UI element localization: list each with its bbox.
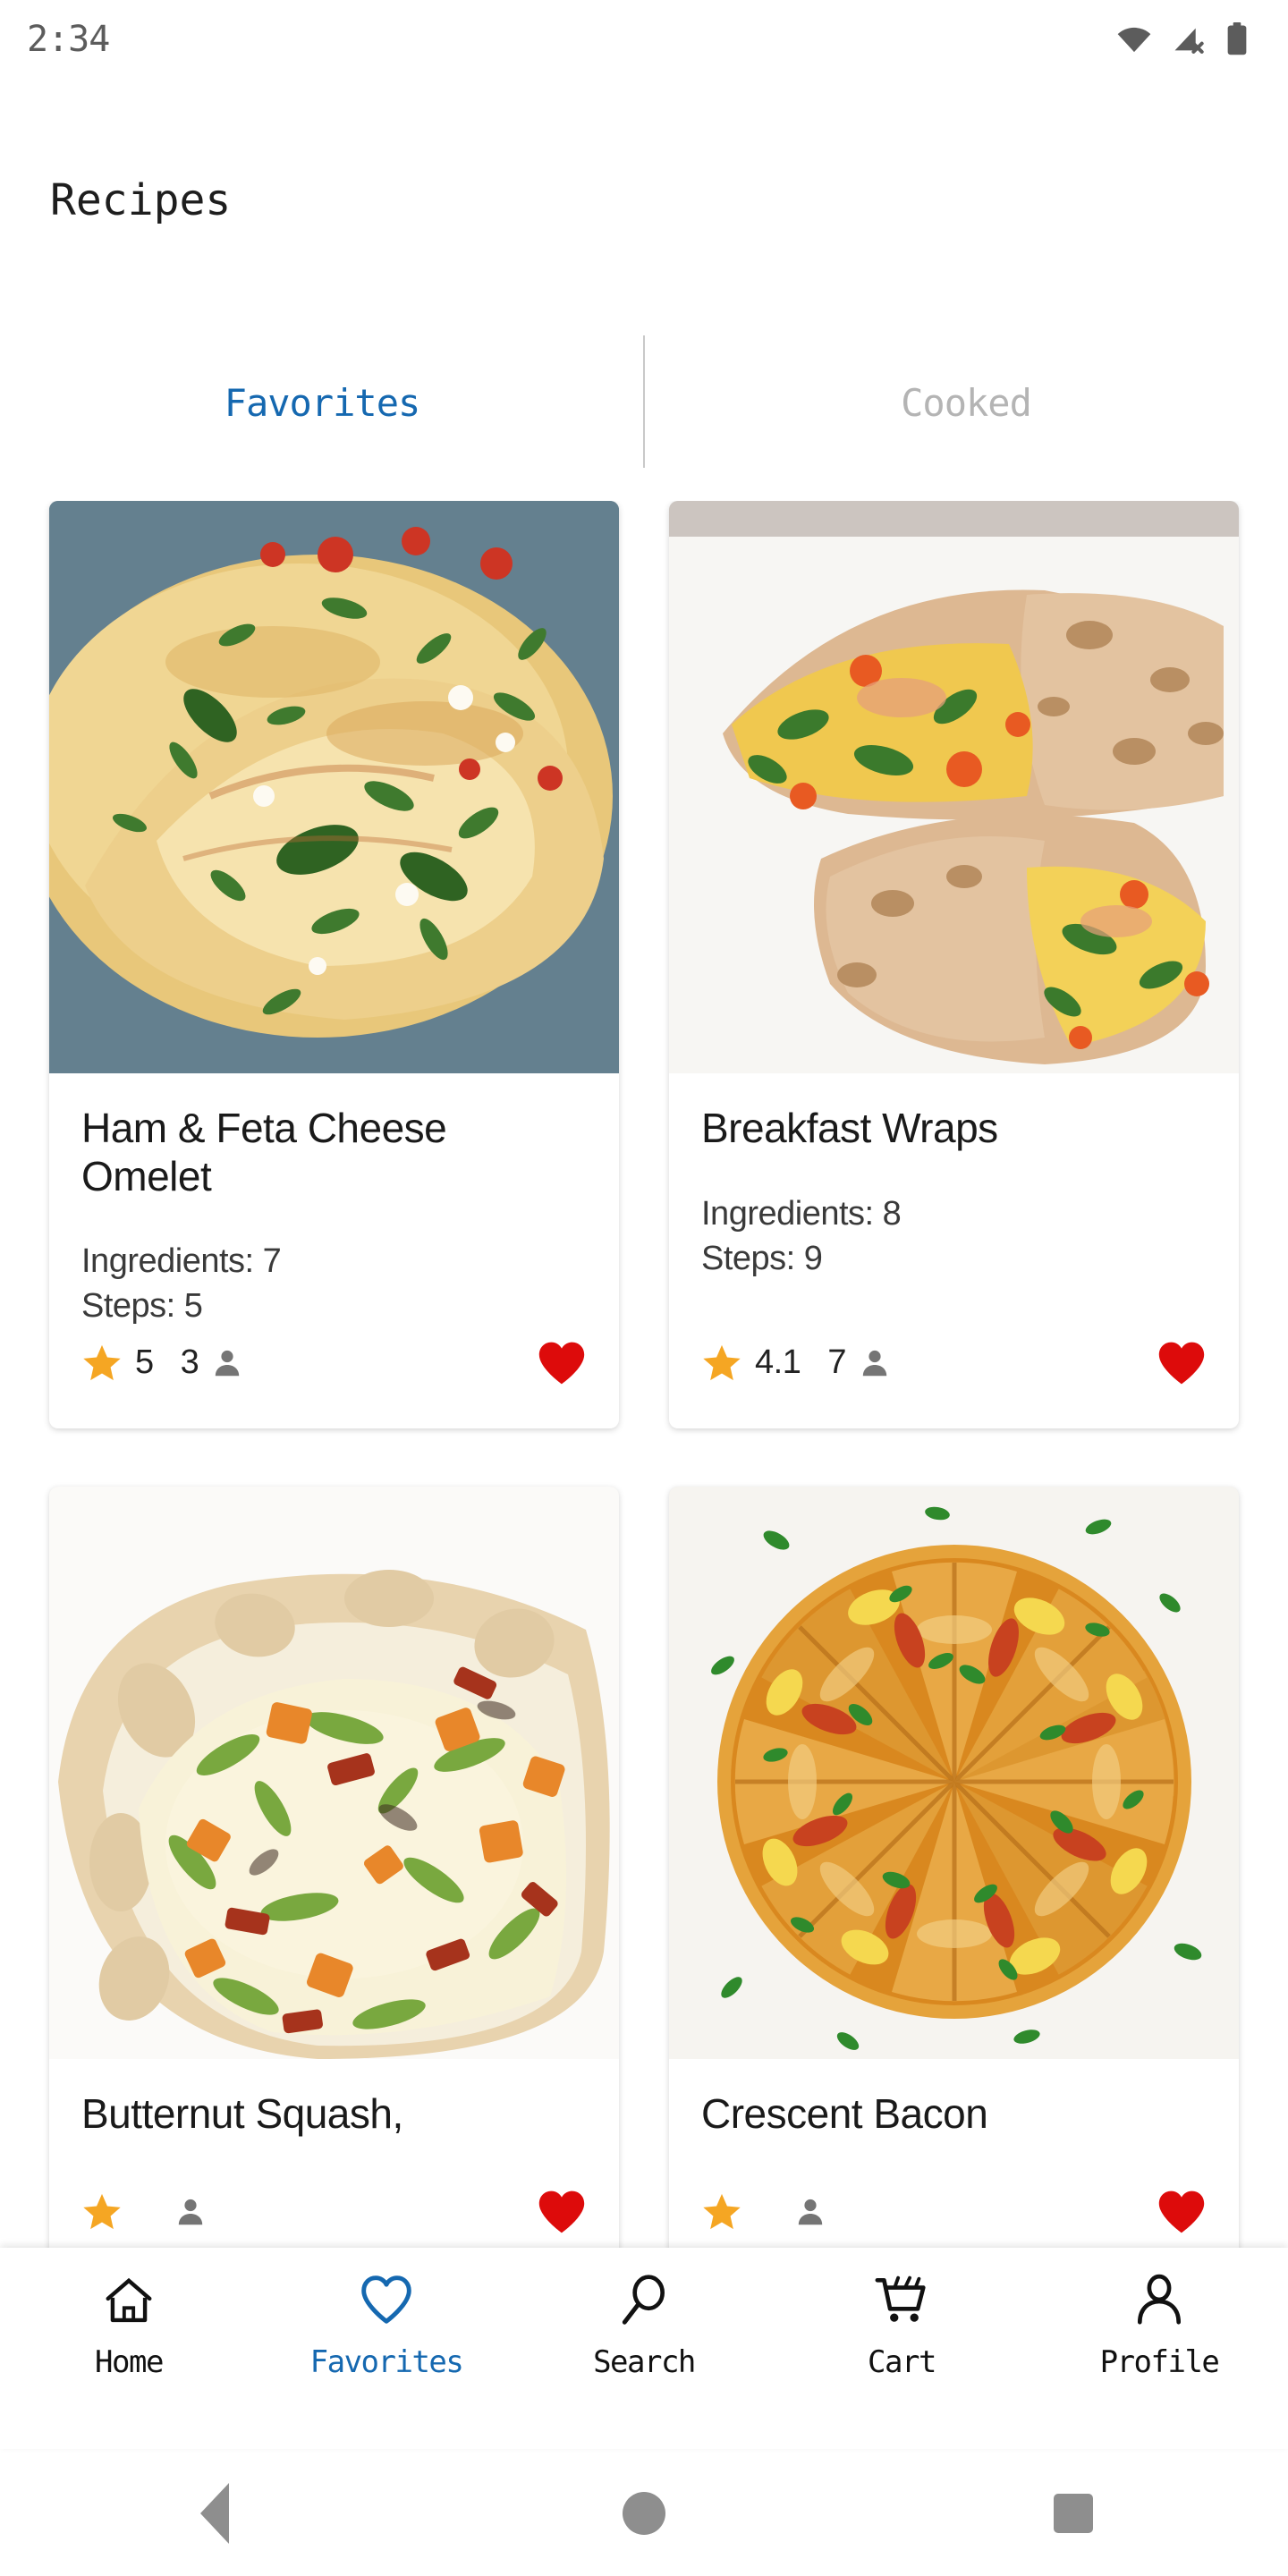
star-icon (703, 1344, 741, 1381)
rating-group (701, 2191, 826, 2233)
cellular-no-sim-icon (1174, 28, 1204, 54)
recents-button[interactable] (984, 2460, 1163, 2567)
search-icon (622, 2275, 665, 2325)
steps-count: Steps: 9 (701, 1240, 823, 1278)
home-icon (106, 2277, 152, 2323)
ingredients-count: Ingredients: 7 (81, 1241, 282, 1280)
steps-count: Steps: 5 (81, 1286, 203, 1325)
card-footer (701, 2177, 1207, 2250)
favorite-heart-icon[interactable] (537, 1340, 587, 1386)
people-count: 7 (827, 1343, 846, 1382)
card-footer: 4.1 7 (701, 1328, 1207, 1428)
recipe-card[interactable]: Crescent Bacon (669, 1486, 1239, 2250)
nav-label-cart: Cart (868, 2344, 936, 2380)
recents-square-icon (1054, 2494, 1093, 2533)
nav-item-cart[interactable]: Cart (773, 2273, 1030, 2380)
card-body: Crescent Bacon (669, 2059, 1239, 2250)
recipe-row: Butternut Squash, Crescent Bacon (0, 1486, 1288, 2250)
person-icon (862, 1350, 887, 1377)
star-icon (83, 1344, 121, 1381)
favorite-heart-icon[interactable] (537, 2189, 587, 2235)
card-footer: 5 3 (81, 1328, 587, 1428)
ingredients-count: Ingredients: 8 (701, 1195, 902, 1233)
nav-label-profile: Profile (1099, 2344, 1220, 2380)
recipe-title: Crescent Bacon (701, 2089, 988, 2137)
card-footer (81, 2177, 587, 2250)
favorite-heart-icon[interactable] (1157, 1340, 1207, 1386)
recipe-grid: Ham & Feta Cheese Omelet Ingredients: 7 … (0, 501, 1288, 2250)
nav-item-favorites[interactable]: Favorites (258, 2273, 515, 2380)
crescent-bacon-photo (669, 1486, 1239, 2059)
status-time: 2:34 (27, 19, 110, 60)
back-button[interactable] (125, 2460, 304, 2567)
recipe-card[interactable]: Ham & Feta Cheese Omelet Ingredients: 7 … (49, 501, 619, 1428)
recipe-title: Breakfast Wraps (701, 1105, 998, 1151)
cart-icon (875, 2275, 926, 2322)
tab-bar: Favorites Cooked (0, 335, 1288, 470)
home-circle-icon (623, 2492, 665, 2535)
system-navigation-bar (0, 2451, 1288, 2576)
status-bar: 2:34 (0, 0, 1288, 79)
people-count: 3 (180, 1343, 199, 1382)
person-icon (1137, 2274, 1182, 2325)
favorite-heart-icon[interactable] (1157, 2189, 1207, 2235)
person-icon (216, 1350, 240, 1377)
star-icon (703, 2193, 741, 2230)
home-button[interactable] (555, 2460, 733, 2567)
heart-icon (361, 2275, 411, 2324)
back-triangle-icon (200, 2483, 229, 2544)
recipe-meta: Ingredients: 7 Steps: 5 (81, 1239, 587, 1328)
wifi-icon (1117, 27, 1151, 53)
rating-group: 4.1 7 (701, 1343, 891, 1384)
rating-group (81, 2191, 207, 2233)
tab-cooked[interactable]: Cooked (644, 335, 1288, 470)
recipe-title: Butternut Squash, (81, 2089, 403, 2137)
person-icon (798, 2199, 823, 2225)
rating-value: 4.1 (755, 1343, 801, 1382)
nav-item-profile[interactable]: Profile (1030, 2273, 1288, 2380)
nav-label-home: Home (95, 2344, 164, 2380)
butternut-squash-quiche-photo (49, 1486, 619, 2059)
omelet-photo (49, 501, 619, 1073)
page-title: Recipes (50, 175, 232, 225)
recipe-row: Ham & Feta Cheese Omelet Ingredients: 7 … (0, 501, 1288, 1428)
recipe-meta: Ingredients: 8 Steps: 9 (701, 1191, 1207, 1281)
card-body: Breakfast Wraps Ingredients: 8 Steps: 9 … (669, 1073, 1239, 1428)
recipe-title: Ham & Feta Cheese Omelet (81, 1105, 447, 1200)
breakfast-wraps-photo (669, 501, 1239, 1073)
nav-item-home[interactable]: Home (0, 2273, 258, 2380)
nav-label-favorites: Favorites (309, 2344, 464, 2380)
star-icon (83, 2193, 121, 2230)
person-icon (178, 2199, 203, 2225)
bottom-navigation: Home Favorites Search Cart Profile (0, 2248, 1288, 2449)
status-icon-group (1116, 22, 1249, 56)
battery-icon (1227, 22, 1247, 55)
nav-item-search[interactable]: Search (515, 2273, 773, 2380)
recipe-card[interactable]: Breakfast Wraps Ingredients: 8 Steps: 9 … (669, 501, 1239, 1428)
recipe-card[interactable]: Butternut Squash, (49, 1486, 619, 2250)
rating-group: 5 3 (81, 1343, 243, 1384)
tab-divider (643, 335, 645, 468)
card-body: Ham & Feta Cheese Omelet Ingredients: 7 … (49, 1073, 619, 1428)
card-body: Butternut Squash, (49, 2059, 619, 2250)
tab-favorites[interactable]: Favorites (0, 335, 644, 470)
rating-value: 5 (135, 1343, 154, 1382)
nav-label-search: Search (593, 2344, 696, 2380)
